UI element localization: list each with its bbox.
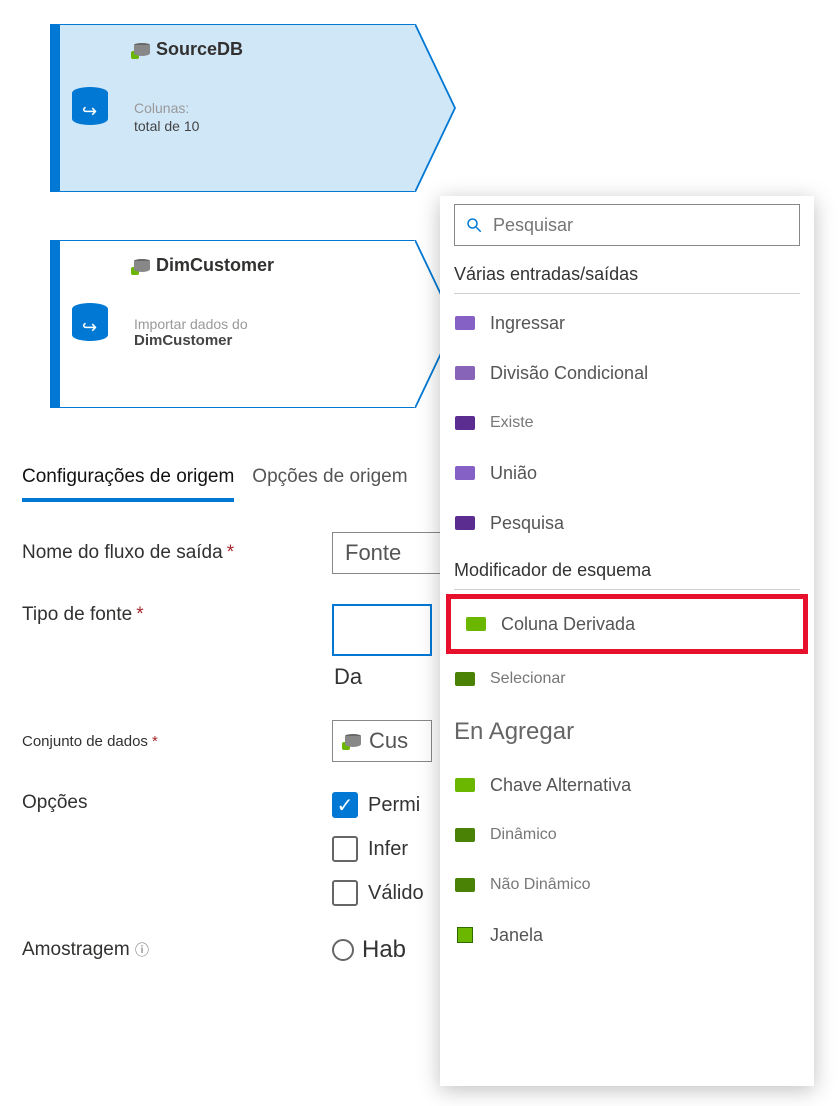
derived-column-icon <box>465 613 487 635</box>
output-stream-name-label: Nome do fluxo de saída* <box>22 542 322 564</box>
menu-item-select[interactable]: Selecionar <box>440 654 814 704</box>
checkbox-checked-icon: ✓ <box>332 792 358 818</box>
menu-item-union[interactable]: União <box>440 448 814 498</box>
menu-item-join[interactable]: Ingressar <box>440 298 814 348</box>
source-type-subtext: Da <box>334 664 432 690</box>
lookup-icon <box>454 512 476 534</box>
node-title-text: DimCustomer <box>156 255 274 276</box>
surrogate-key-icon <box>454 774 476 796</box>
sampling-option-enable[interactable]: Hab <box>332 936 406 964</box>
menu-item-label: Dinâmico <box>490 826 557 844</box>
menu-item-label: União <box>490 463 537 484</box>
database-icon: ↪ <box>72 87 108 129</box>
dataset-dropdown[interactable]: Cus <box>332 720 432 762</box>
window-icon <box>454 924 476 946</box>
option-infer-types[interactable]: Infer <box>332 836 424 862</box>
menu-item-aggregate[interactable]: En Agregar <box>440 704 814 760</box>
menu-item-label: Selecionar <box>490 670 566 688</box>
checkbox-icon <box>332 880 358 906</box>
dataset-label: Conjunto de dados* <box>22 733 322 750</box>
node-title: SourceDB <box>134 39 401 60</box>
select-icon <box>454 668 476 690</box>
node-sourcedb[interactable]: ↪ SourceDB Colunas: total de 10 <box>50 24 416 192</box>
option-allow-schema-drift[interactable]: ✓ Permi <box>332 792 424 818</box>
menu-item-conditional-split[interactable]: Divisão Condicional <box>440 348 814 398</box>
search-input[interactable] <box>493 215 789 236</box>
source-type-label: Tipo de fonte* <box>22 604 322 626</box>
search-icon <box>465 216 483 234</box>
menu-item-pivot[interactable]: Dinâmico <box>440 810 814 860</box>
menu-item-label: Coluna Derivada <box>501 614 635 635</box>
section-schema-modifier: Modificador de esquema <box>440 554 814 587</box>
node-sourcedb-wrapper: ↪ SourceDB Colunas: total de 10 + <box>50 24 840 192</box>
menu-item-window[interactable]: Janela <box>440 910 814 960</box>
node-body: SourceDB Colunas: total de 10 <box>120 24 416 192</box>
exists-icon <box>454 412 476 434</box>
table-icon <box>134 259 150 273</box>
sampling-label: Amostragem ⓘ <box>22 939 322 961</box>
highlight-derived-column: Coluna Derivada <box>446 594 808 654</box>
info-icon[interactable]: ⓘ <box>135 942 149 958</box>
node-import-value: DimCustomer <box>134 332 401 349</box>
option-infer-label: Infer <box>368 838 408 861</box>
node-icon-column: ↪ <box>60 24 120 192</box>
radio-icon <box>332 939 354 961</box>
menu-item-label: Janela <box>490 925 543 946</box>
menu-item-exists[interactable]: Existe <box>440 398 814 448</box>
options-label: Opções <box>22 792 322 814</box>
join-icon <box>454 312 476 334</box>
section-divider <box>454 293 800 294</box>
node-dimcustomer[interactable]: ↪ DimCustomer Importar dados do DimCusto… <box>50 240 416 408</box>
menu-item-label: Pesquisa <box>490 513 564 534</box>
node-title: DimCustomer <box>134 255 401 276</box>
menu-item-label: Divisão Condicional <box>490 363 648 384</box>
transform-picker-popup: Várias entradas/saídas Ingressar Divisão… <box>440 196 814 1086</box>
conditional-split-icon <box>454 362 476 384</box>
menu-item-lookup[interactable]: Pesquisa <box>440 498 814 548</box>
node-accent-bar <box>50 240 60 408</box>
source-type-dropdown[interactable] <box>332 604 432 656</box>
menu-item-label: Existe <box>490 414 534 432</box>
option-allow-label: Permi <box>368 794 420 817</box>
option-valid-label: Válido <box>368 882 424 905</box>
node-columns-value: total de 10 <box>134 118 401 134</box>
table-icon <box>345 734 361 748</box>
pivot-icon <box>454 824 476 846</box>
unpivot-icon <box>454 874 476 896</box>
menu-item-label: Ingressar <box>490 313 565 334</box>
menu-item-unpivot[interactable]: Não Dinâmico <box>440 860 814 910</box>
menu-item-surrogate-key[interactable]: Chave Alternativa <box>440 760 814 810</box>
menu-item-label: En Agregar <box>454 718 574 746</box>
node-import-label: Importar dados do <box>134 316 401 332</box>
node-accent-bar <box>50 24 60 192</box>
node-icon-column: ↪ <box>60 240 120 408</box>
menu-item-derived-column[interactable]: Coluna Derivada <box>451 599 803 649</box>
tab-source-options[interactable]: Opções de origem <box>252 456 407 502</box>
menu-item-label: Não Dinâmico <box>490 876 590 894</box>
dataset-value: Cus <box>369 728 408 754</box>
union-icon <box>454 462 476 484</box>
node-body: DimCustomer Importar dados do DimCustome… <box>120 240 416 408</box>
section-divider <box>454 589 800 590</box>
menu-item-label: Chave Alternativa <box>490 775 631 796</box>
table-icon <box>134 43 150 57</box>
node-columns-label: Colunas: <box>134 100 401 116</box>
node-arrow-fill <box>414 24 454 192</box>
sampling-value: Hab <box>362 936 406 964</box>
tab-source-settings[interactable]: Configurações de origem <box>22 456 234 502</box>
option-validate-schema[interactable]: Válido <box>332 880 424 906</box>
database-icon: ↪ <box>72 303 108 345</box>
checkbox-icon <box>332 836 358 862</box>
section-multi-io: Várias entradas/saídas <box>440 258 814 291</box>
node-title-text: SourceDB <box>156 39 243 60</box>
search-box[interactable] <box>454 204 800 246</box>
